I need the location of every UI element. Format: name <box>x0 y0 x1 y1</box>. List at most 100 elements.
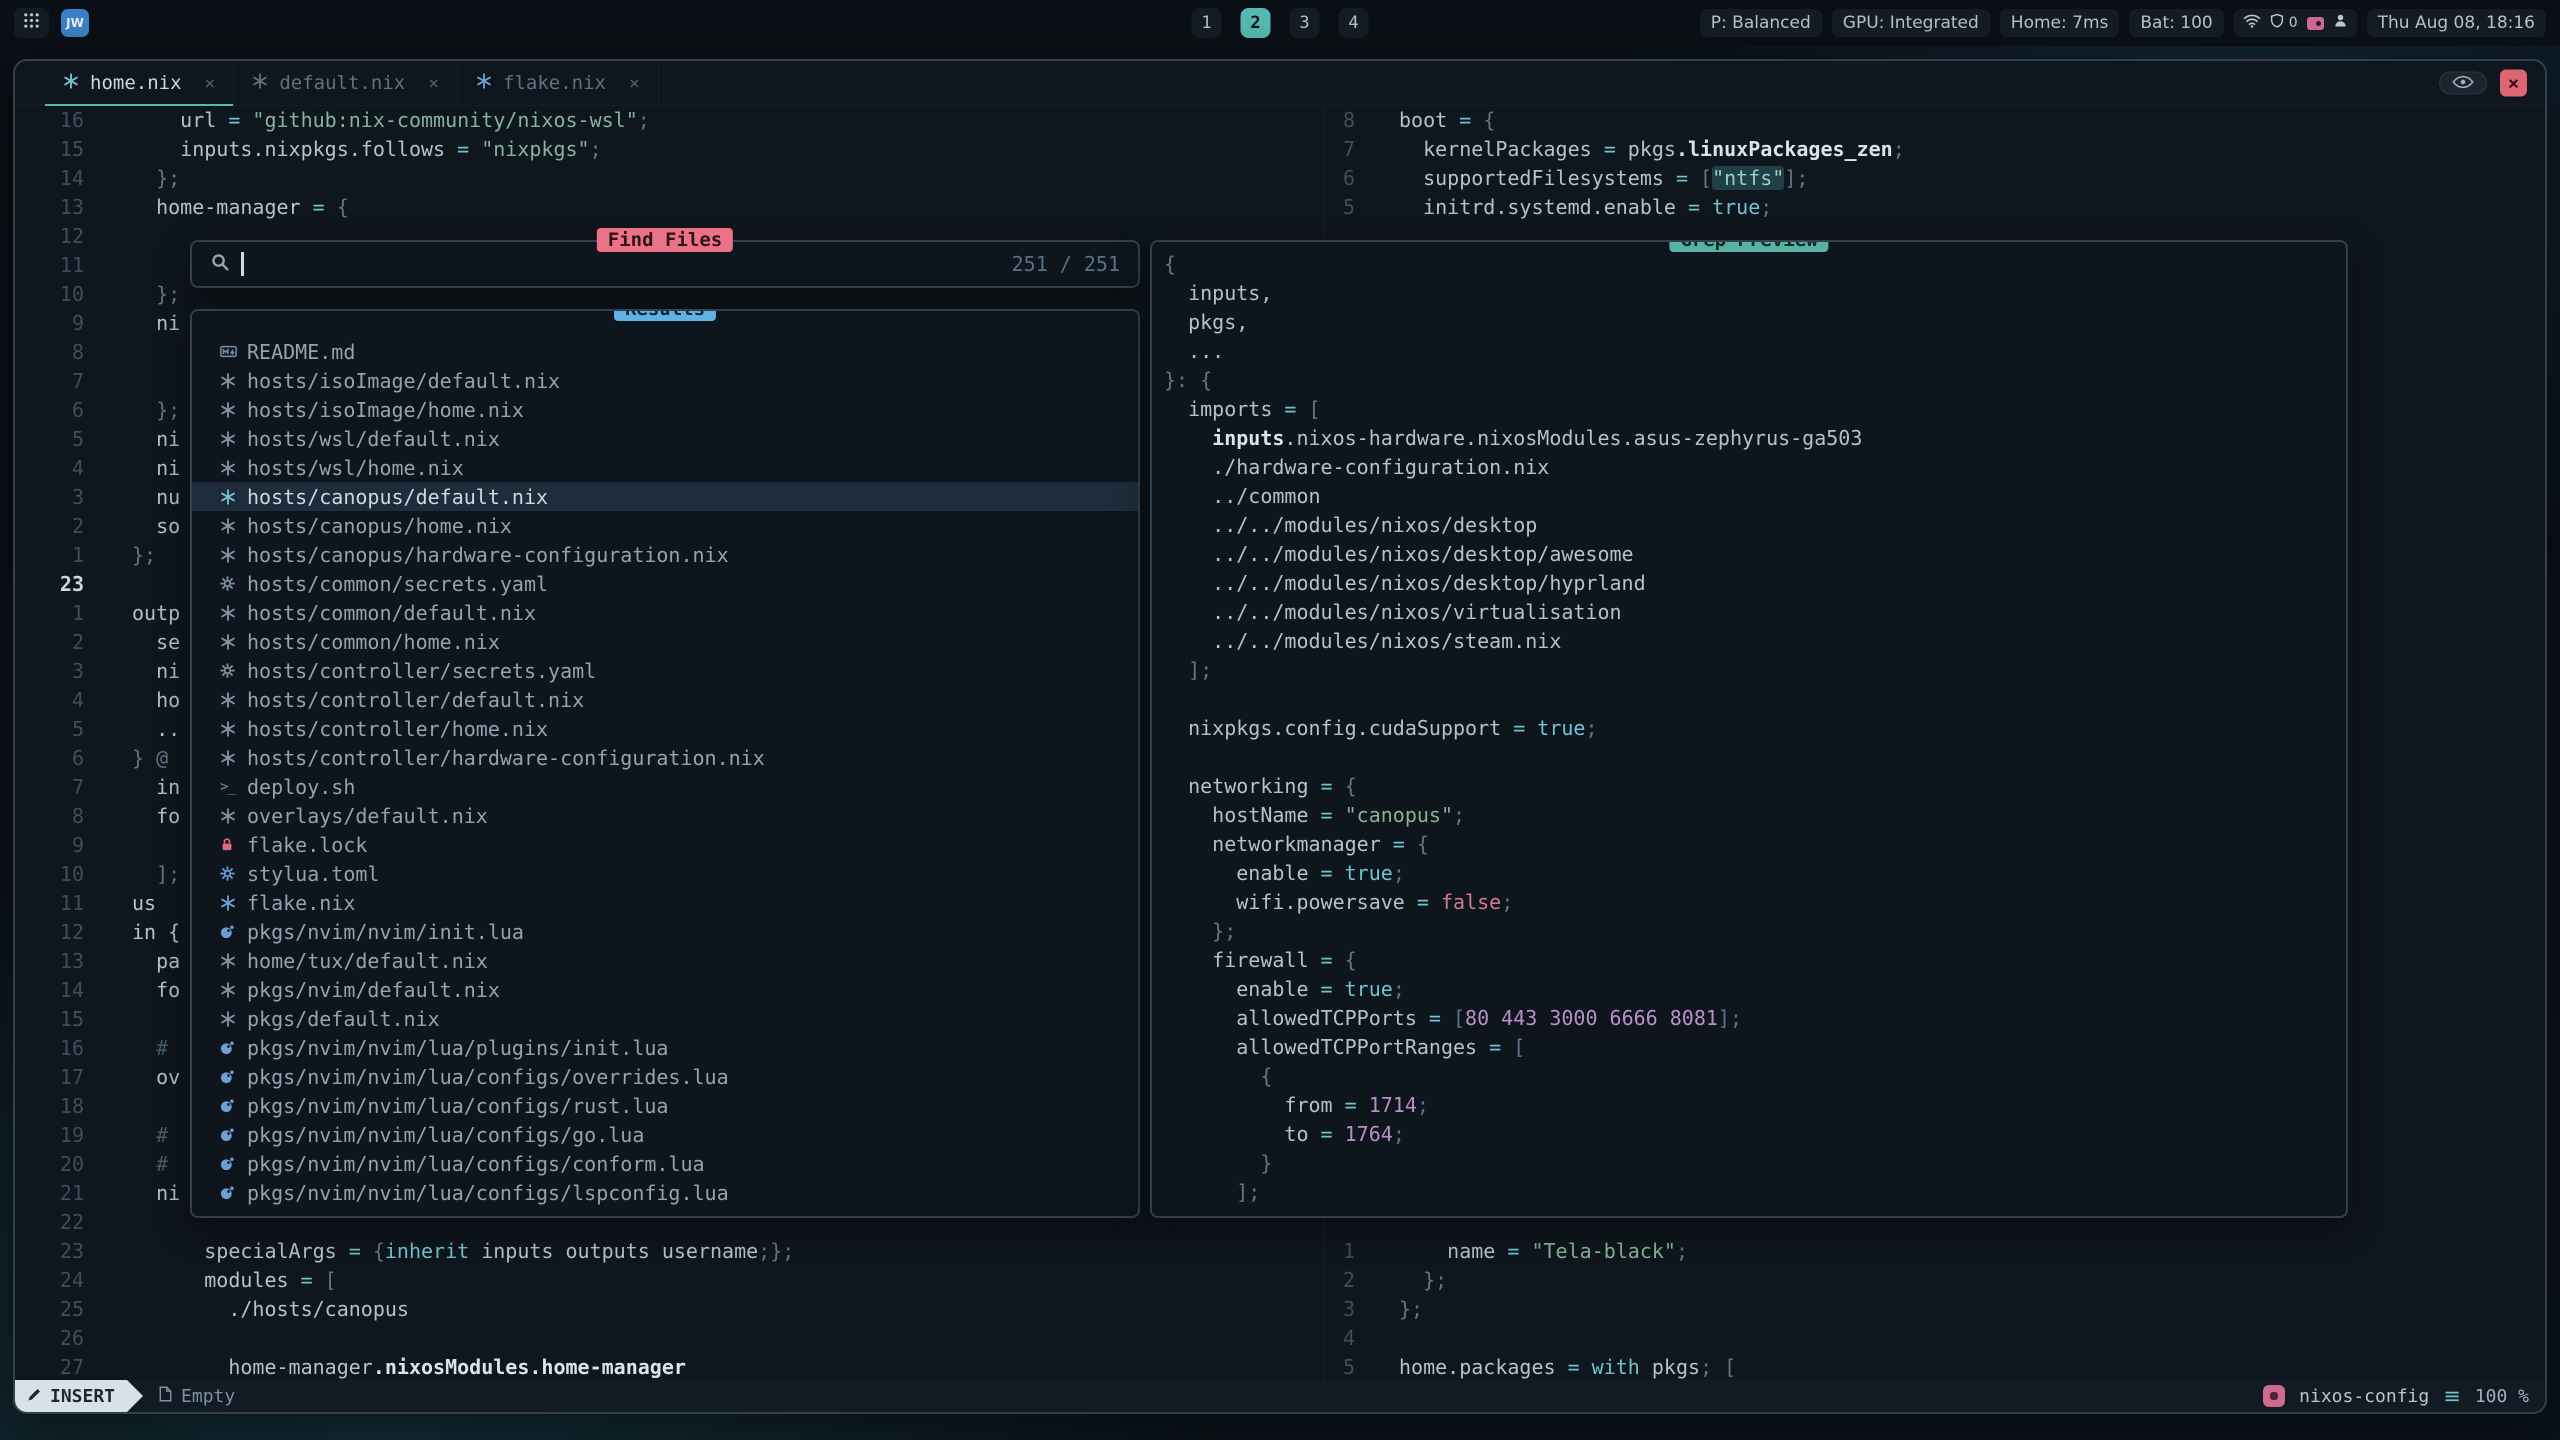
finder-result[interactable]: stylua.toml <box>192 859 1138 888</box>
line-number: 13 <box>15 193 84 222</box>
power-profile-module[interactable]: P: Balanced <box>1700 9 1822 37</box>
workspace-button-1[interactable]: 1 <box>1192 8 1222 38</box>
line-number: 11 <box>15 251 84 280</box>
code-line: inputs.nixos-hardware.nixosModules.asus-… <box>1164 424 2346 453</box>
finder-result[interactable]: hosts/controller/default.nix <box>192 685 1138 714</box>
nix-icon <box>220 402 247 418</box>
finder-result[interactable]: pkgs/nvim/nvim/lua/configs/conform.lua <box>192 1149 1138 1178</box>
finder-result[interactable]: pkgs/nvim/nvim/init.lua <box>192 917 1138 946</box>
finder-result[interactable]: hosts/isoImage/default.nix <box>192 366 1138 395</box>
project-icon <box>2263 1385 2285 1407</box>
user-logo[interactable]: JW <box>61 9 89 37</box>
file-name: pkgs/nvim/nvim/lua/configs/lspconfig.lua <box>247 1181 729 1205</box>
finder-result[interactable]: README.md <box>192 337 1138 366</box>
line-number: 23 <box>15 1237 84 1266</box>
battery-module[interactable]: Bat: 100 <box>2129 9 2223 37</box>
finder-result[interactable]: hosts/controller/hardware-configuration.… <box>192 743 1138 772</box>
tab-close-icon[interactable]: × <box>428 73 439 94</box>
ping-module[interactable]: Home: 7ms <box>2000 9 2120 37</box>
line-number: 19 <box>15 1121 84 1150</box>
tab-close-icon[interactable]: × <box>629 73 640 94</box>
finder-prompt-window: Find Files 251 / 251 <box>190 240 1140 288</box>
workspace-button-3[interactable]: 3 <box>1290 8 1320 38</box>
gpu-module[interactable]: GPU: Integrated <box>1832 9 1990 37</box>
line-number: 9 <box>15 831 84 860</box>
line-number: 16 <box>15 1034 84 1063</box>
line-number: 8 <box>1325 106 1355 135</box>
workspace-button-2[interactable]: 2 <box>1241 8 1271 38</box>
finder-result[interactable]: >_deploy.sh <box>192 772 1138 801</box>
finder-result[interactable]: pkgs/default.nix <box>192 1004 1138 1033</box>
finder-result[interactable]: hosts/common/home.nix <box>192 627 1138 656</box>
workspace-button-4[interactable]: 4 <box>1339 8 1369 38</box>
code-line: 13 home-manager = { <box>15 193 1324 222</box>
lock-icon <box>220 837 247 852</box>
line-number: 18 <box>15 1092 84 1121</box>
editor-area: 16 url = "github:nix-community/nixos-wsl… <box>15 106 2545 1380</box>
finder-result[interactable]: hosts/canopus/hardware-configuration.nix <box>192 540 1138 569</box>
tab-close-icon[interactable]: × <box>205 73 216 94</box>
code-line: allowedTCPPorts = [80 443 3000 6666 8081… <box>1164 1004 2346 1033</box>
code-line: 1 name = "Tela-black"; <box>1325 1237 2545 1266</box>
finder-result[interactable]: pkgs/nvim/nvim/lua/configs/rust.lua <box>192 1091 1138 1120</box>
finder-result[interactable]: hosts/controller/secrets.yaml <box>192 656 1138 685</box>
nix-icon <box>220 808 247 824</box>
line-number: 10 <box>15 860 84 889</box>
window-controls: × <box>2439 70 2527 97</box>
finder-result[interactable]: hosts/isoImage/home.nix <box>192 395 1138 424</box>
file-icon <box>159 1386 172 1407</box>
line-number: 2 <box>15 512 84 541</box>
file-name: pkgs/nvim/nvim/init.lua <box>247 920 524 944</box>
result-counter: 251 / 251 <box>1012 252 1120 276</box>
finder-result[interactable]: pkgs/nvim/nvim/lua/configs/go.lua <box>192 1120 1138 1149</box>
finder-result[interactable]: pkgs/nvim/nvim/lua/plugins/init.lua <box>192 1033 1138 1062</box>
line-number: 1 <box>15 541 84 570</box>
tabs-container: home.nix×default.nix×flake.nix× <box>45 61 659 106</box>
tab-home.nix[interactable]: home.nix× <box>45 61 234 106</box>
finder-result[interactable]: hosts/wsl/default.nix <box>192 424 1138 453</box>
finder-result[interactable]: pkgs/nvim/nvim/lua/configs/lspconfig.lua <box>192 1178 1138 1207</box>
line-number: 27 <box>15 1353 84 1380</box>
tab-flake.nix[interactable]: flake.nix× <box>458 61 659 106</box>
finder-result[interactable]: pkgs/nvim/nvim/lua/configs/overrides.lua <box>192 1062 1138 1091</box>
code-line: 5home.packages = with pkgs; [ <box>1325 1353 2545 1380</box>
status-line: INSERT Empty nixos-config ≡ 100 % <box>15 1380 2545 1412</box>
file-name: hosts/isoImage/default.nix <box>247 369 560 393</box>
yaml-icon <box>220 663 247 678</box>
finder-result[interactable]: overlays/default.nix <box>192 801 1138 830</box>
line-number: 12 <box>15 918 84 947</box>
line-number: 4 <box>1325 1324 1355 1353</box>
window-close-button[interactable]: × <box>2500 70 2527 97</box>
finder-result[interactable]: hosts/common/secrets.yaml <box>192 569 1138 598</box>
workspace-switcher: 1234 <box>1192 8 1369 38</box>
lua-icon <box>220 1128 247 1142</box>
file-name: hosts/common/secrets.yaml <box>247 572 548 596</box>
finder-result[interactable]: flake.nix <box>192 888 1138 917</box>
finder-result[interactable]: flake.lock <box>192 830 1138 859</box>
nix-icon <box>220 489 247 505</box>
code-line: ./hardware-configuration.nix <box>1164 453 2346 482</box>
finder-result[interactable]: hosts/canopus/default.nix <box>192 482 1138 511</box>
file-name: hosts/canopus/default.nix <box>247 485 548 509</box>
tray-module[interactable]: 0 <box>2234 9 2357 37</box>
nix-icon <box>220 692 247 708</box>
finder-result[interactable]: hosts/common/default.nix <box>192 598 1138 627</box>
finder-result[interactable]: hosts/wsl/home.nix <box>192 453 1138 482</box>
scroll-progress: 100 % <box>2475 1386 2529 1407</box>
finder-result[interactable]: home/tux/default.nix <box>192 946 1138 975</box>
line-number: 2 <box>15 628 84 657</box>
line-number: 22 <box>15 1208 84 1237</box>
line-number: 8 <box>15 338 84 367</box>
preview-toggle[interactable] <box>2439 72 2487 95</box>
file-name: hosts/wsl/default.nix <box>247 427 500 451</box>
finder-result[interactable]: hosts/controller/home.nix <box>192 714 1138 743</box>
finder-result[interactable]: pkgs/nvim/default.nix <box>192 975 1138 1004</box>
topbar-right: P: Balanced GPU: Integrated Home: 7ms Ba… <box>1700 9 2546 37</box>
shell-icon: >_ <box>220 779 247 795</box>
code-line: 4 <box>1325 1324 2545 1353</box>
file-name: deploy.sh <box>247 775 355 799</box>
tab-default.nix[interactable]: default.nix× <box>234 61 458 106</box>
app-launcher-button[interactable] <box>14 8 49 38</box>
finder-result[interactable]: hosts/canopus/home.nix <box>192 511 1138 540</box>
code-line: to = 1764; <box>1164 1120 2346 1149</box>
